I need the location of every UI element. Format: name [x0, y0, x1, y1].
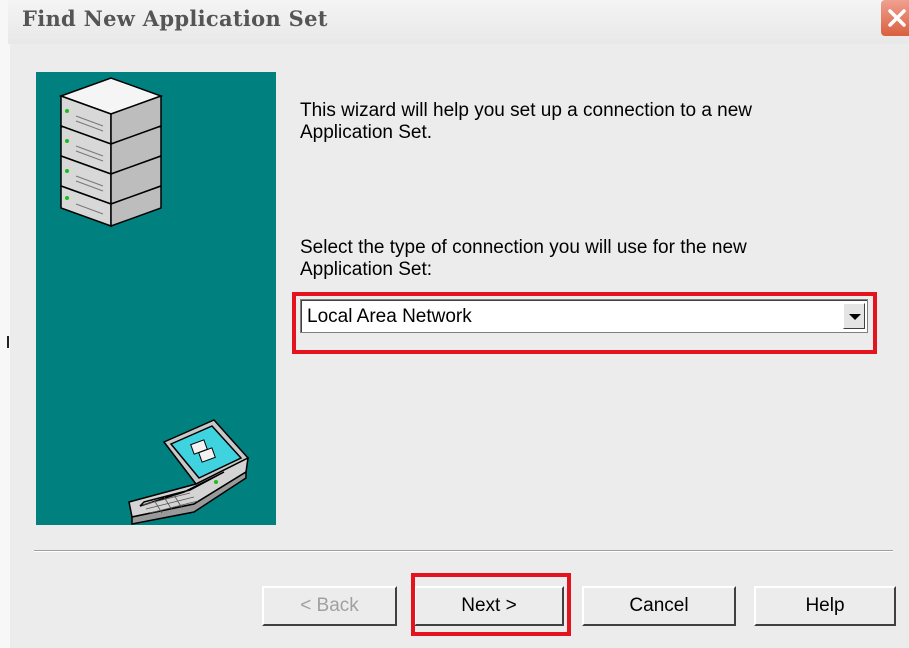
server-stack-icon [58, 77, 164, 228]
wizard-dialog: This wizard will help you set up a conne… [10, 44, 909, 648]
connection-type-dropdown[interactable]: Local Area Network [300, 299, 868, 333]
connection-type-value: Local Area Network [307, 306, 472, 327]
title-bar[interactable]: Find New Application Set [8, 0, 909, 44]
chevron-down-icon[interactable] [843, 303, 865, 329]
connection-prompt: Select the type of connection you will u… [300, 237, 747, 280]
window-title: Find New Application Set [22, 6, 328, 31]
next-button-highlight [411, 573, 571, 636]
help-button[interactable]: Help [754, 586, 896, 626]
close-button[interactable] [881, 0, 909, 36]
laptop-icon [128, 419, 250, 525]
intro-text: This wizard will help you set up a conne… [300, 100, 753, 143]
close-icon [888, 9, 906, 27]
back-button[interactable]: < Back [262, 586, 397, 626]
cancel-button[interactable]: Cancel [582, 586, 736, 626]
wizard-side-panel [36, 72, 276, 525]
left-window-edge [0, 0, 10, 648]
edge-mark [7, 336, 9, 348]
button-separator [34, 550, 893, 552]
